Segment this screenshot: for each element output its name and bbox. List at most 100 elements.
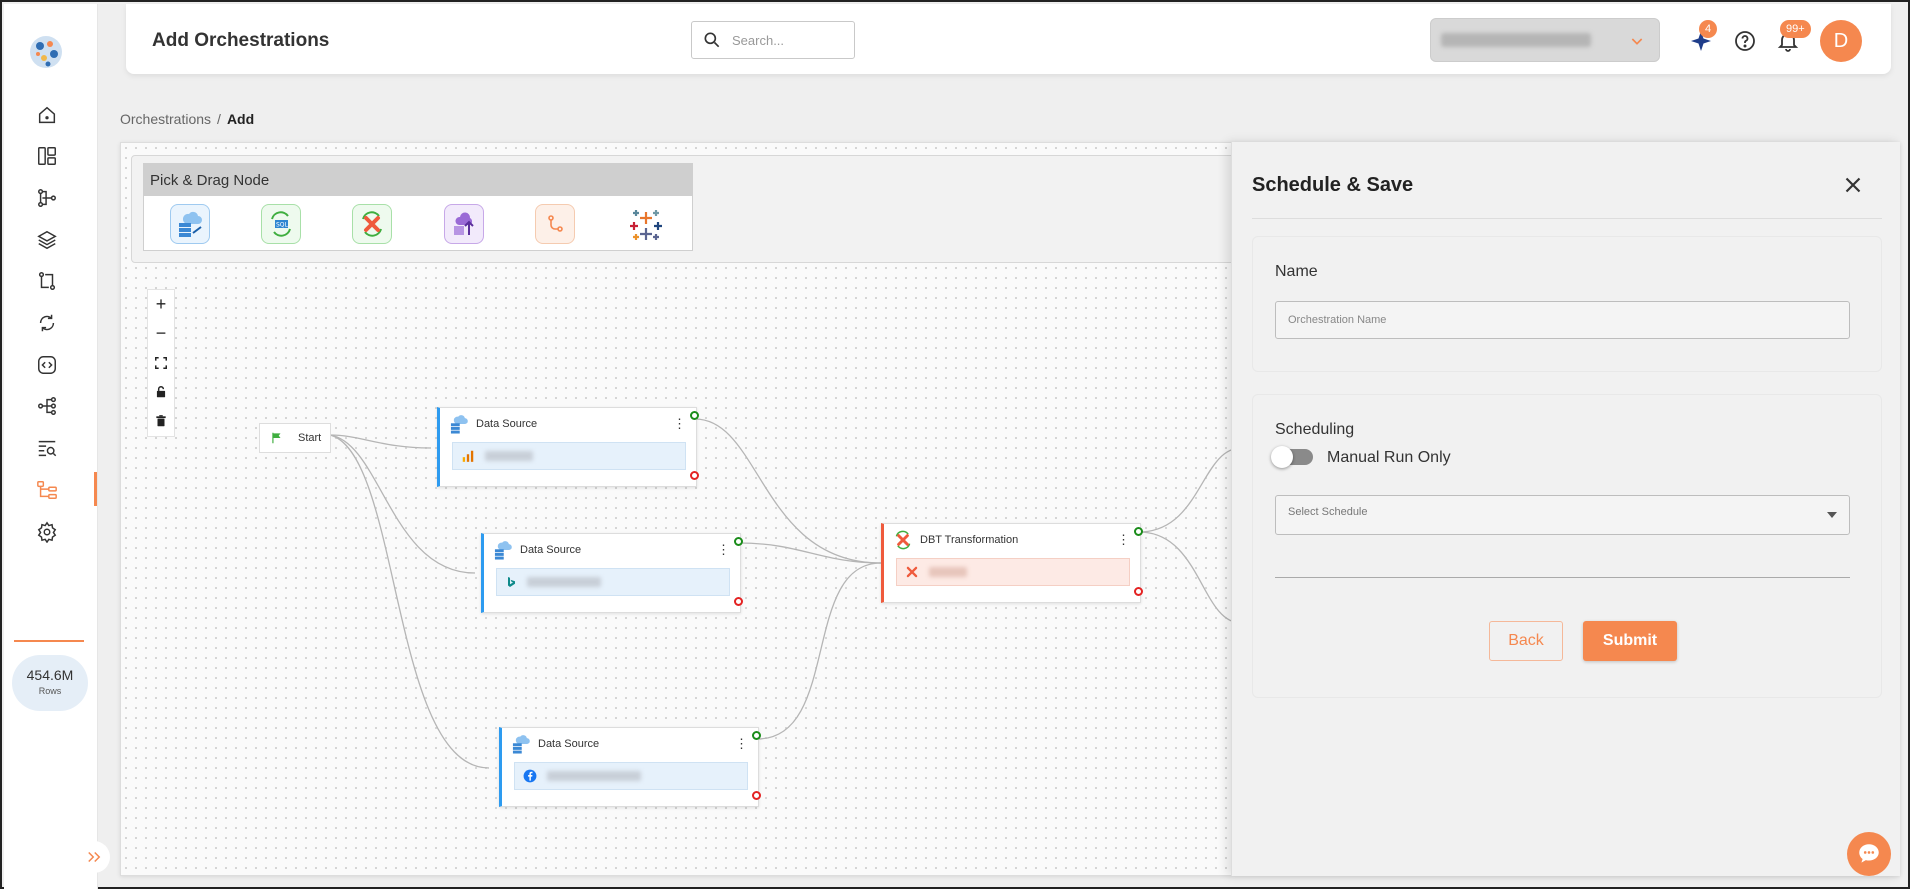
settings-icon[interactable]: [34, 519, 60, 545]
success-port[interactable]: [734, 537, 743, 546]
sidebar-expand-button[interactable]: [78, 841, 110, 873]
data-source-node[interactable]: Data Source ⋮: [437, 407, 699, 487]
connector-name-redacted: [485, 451, 533, 461]
name-label: Name: [1275, 263, 1318, 280]
fit-view-button[interactable]: [148, 348, 174, 377]
start-node[interactable]: Start: [259, 423, 331, 453]
node-connector-chip: [896, 558, 1130, 586]
node-label: DBT Transformation: [920, 534, 1019, 546]
rows-usage-badge: 454.6M Rows: [12, 655, 88, 711]
layers-icon[interactable]: [34, 227, 60, 253]
kebab-menu-icon[interactable]: ⋮: [717, 542, 730, 558]
lock-icon: [156, 385, 166, 397]
caret-down-icon: [1827, 512, 1837, 518]
data-source-icon: [510, 733, 532, 755]
panel-title: Schedule & Save: [1252, 174, 1414, 196]
connector-name-redacted: [547, 771, 641, 781]
help-icon: [1735, 31, 1755, 51]
schedule-select-placeholder: Select Schedule: [1288, 506, 1368, 518]
sync-icon[interactable]: [34, 310, 60, 336]
orchestration-name-input[interactable]: [1275, 301, 1850, 339]
breadcrumb-separator: /: [217, 111, 221, 127]
facebook-icon: [523, 769, 537, 783]
app-frame: 454.6M Rows Add Orchestrations Search...…: [0, 0, 1910, 889]
user-avatar[interactable]: D: [1820, 20, 1862, 62]
start-node-label: Start: [298, 432, 322, 444]
search-input[interactable]: Search...: [691, 21, 855, 59]
workflow-icon[interactable]: [34, 393, 60, 419]
schedule-select[interactable]: Select Schedule: [1275, 495, 1850, 535]
orchestration-icon[interactable]: [34, 477, 60, 503]
manual-run-toggle[interactable]: [1271, 446, 1313, 468]
success-port[interactable]: [690, 411, 699, 420]
breadcrumb-parent[interactable]: Orchestrations: [120, 111, 211, 127]
schedule-save-panel: Schedule & Save Name Scheduling Manual R…: [1231, 142, 1900, 876]
zoom-controls: + −: [147, 289, 175, 437]
rows-separator: [14, 640, 84, 642]
ai-count-badge: 4: [1699, 20, 1718, 38]
data-source-icon: [492, 539, 514, 561]
fullscreen-icon: [155, 356, 167, 369]
notification-count-badge: 99+: [1780, 20, 1811, 38]
breadcrumb-current: Add: [226, 111, 255, 127]
lock-button[interactable]: [148, 377, 174, 406]
sidebar: 454.6M Rows: [4, 4, 110, 889]
kebab-menu-icon[interactable]: ⋮: [1117, 532, 1130, 548]
node-label: Data Source: [476, 418, 538, 430]
node-connector-chip: [496, 568, 730, 596]
failure-port[interactable]: [690, 471, 699, 480]
transform-icon[interactable]: [34, 268, 60, 294]
dashboard-icon[interactable]: [34, 143, 60, 169]
rows-label: Rows: [38, 686, 62, 696]
delete-button[interactable]: [148, 406, 174, 435]
failure-port[interactable]: [752, 791, 761, 800]
back-button[interactable]: Back: [1489, 621, 1563, 661]
page-title: Add Orchestrations: [152, 30, 330, 51]
breadcrumb: Orchestrations / Add: [120, 111, 254, 127]
close-icon[interactable]: [1840, 172, 1866, 198]
connector-name-redacted: [527, 577, 601, 587]
connector-name-redacted: [929, 567, 967, 577]
code-icon[interactable]: [34, 352, 60, 378]
zoom-in-button[interactable]: +: [148, 290, 174, 319]
active-nav-indicator: [94, 472, 97, 506]
chat-support-button[interactable]: [1847, 832, 1891, 876]
zoom-out-button[interactable]: −: [148, 319, 174, 348]
node-connector-chip: [452, 442, 686, 470]
node-label: Data Source: [538, 738, 600, 750]
node-label: Data Source: [520, 544, 582, 556]
failure-port[interactable]: [1134, 587, 1143, 596]
failure-port[interactable]: [734, 597, 743, 606]
kebab-menu-icon[interactable]: ⋮: [735, 736, 748, 752]
success-port[interactable]: [752, 731, 761, 740]
manual-run-label: Manual Run Only: [1327, 449, 1451, 466]
home-icon[interactable]: [34, 102, 60, 128]
search-placeholder: Search...: [732, 32, 785, 48]
search-icon: [704, 32, 720, 48]
toggle-knob: [1271, 446, 1293, 468]
scheduling-card: Scheduling Manual Run Only Select Schedu…: [1252, 394, 1882, 698]
bing-icon: [508, 577, 515, 587]
success-port[interactable]: [1134, 527, 1143, 536]
search-list-icon[interactable]: [34, 435, 60, 461]
name-card: Name: [1252, 236, 1882, 372]
scheduling-label: Scheduling: [1275, 421, 1355, 438]
chevron-down-icon: [1631, 38, 1643, 45]
dbt-icon: [892, 529, 914, 551]
double-chevron-right-icon: [88, 851, 101, 863]
data-source-node[interactable]: Data Source ⋮: [499, 727, 761, 807]
brand-logo[interactable]: [26, 32, 66, 72]
dbt-transformation-node[interactable]: DBT Transformation ⋮: [881, 523, 1143, 603]
pipeline-icon[interactable]: [34, 185, 60, 211]
help-button[interactable]: [1732, 28, 1758, 54]
workspace-selector[interactable]: [1430, 18, 1660, 62]
kebab-menu-icon[interactable]: ⋮: [673, 416, 686, 432]
node-connector-chip: [514, 762, 748, 790]
data-source-node[interactable]: Data Source ⋮: [481, 533, 743, 613]
dbt-small-icon: [906, 566, 918, 578]
workspace-name-redacted: [1441, 33, 1591, 47]
data-source-icon: [448, 413, 470, 435]
analytics-bar-icon: [462, 450, 474, 462]
rows-value: 454.6M: [26, 667, 74, 683]
submit-button[interactable]: Submit: [1583, 621, 1677, 661]
